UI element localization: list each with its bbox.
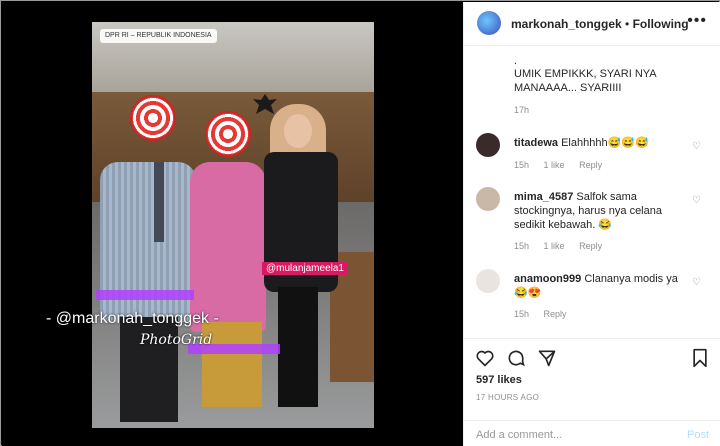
author-username[interactable]: markonah_tonggek <box>511 17 622 31</box>
comment-meta: 15h 1 like Reply <box>514 160 614 170</box>
commenter-username[interactable]: titadewa <box>514 137 558 149</box>
commenter-username[interactable]: anamoon999 <box>514 273 581 285</box>
reply-button[interactable]: Reply <box>579 160 602 170</box>
watermark-photogrid: PhotoGrid <box>140 332 213 348</box>
comment-time[interactable]: 15h <box>514 309 529 319</box>
post-photo[interactable]: DPR RI – REPUBLIK INDONESIA @mulanjameel… <box>92 22 374 428</box>
heart-icon[interactable] <box>475 348 495 368</box>
commenter-avatar[interactable] <box>476 133 500 157</box>
marker-scribble <box>96 290 194 300</box>
comment-line: anamoon999 Clananya modis ya 😂😍 <box>514 272 694 300</box>
comment-meta: 15h 1 like Reply <box>514 241 614 251</box>
comment-line: mima_4587 Salfok sama stockingnya, harus… <box>514 190 694 232</box>
comment-text: Elahhhhh😅😅😅 <box>561 137 649 149</box>
person-3-legs <box>278 287 318 407</box>
caption-timestamp[interactable]: 17h <box>514 105 529 115</box>
lollipop-sticker-icon <box>130 95 176 141</box>
photo-area: DPR RI – REPUBLIK INDONESIA @mulanjameel… <box>2 2 463 446</box>
post-side-panel: markonah_tonggek • Following ••• . UMIK … <box>463 2 720 446</box>
comment-like-heart-icon[interactable]: ♡ <box>692 277 701 288</box>
comment-input[interactable] <box>476 427 666 443</box>
comment-likes[interactable]: 1 like <box>544 241 565 251</box>
post-header: markonah_tonggek • Following ••• <box>464 2 720 46</box>
follow-status-button[interactable]: Following <box>633 17 689 31</box>
comment-time[interactable]: 15h <box>514 241 529 251</box>
post-comment-button[interactable]: Post <box>687 429 709 441</box>
comment-icon[interactable] <box>506 348 526 368</box>
post-caption: UMIK EMPIKKK, SYARI NYA MANAAAA... SYARI… <box>514 68 657 94</box>
comment-time[interactable]: 15h <box>514 160 529 170</box>
commenter-avatar[interactable] <box>476 269 500 293</box>
user-tag-label[interactable]: @mulanjameela1 <box>262 262 348 275</box>
caption-dot: . <box>514 55 518 67</box>
author-avatar[interactable] <box>477 11 501 35</box>
lollipop-sticker-icon <box>205 111 251 157</box>
likes-count[interactable]: 597 likes <box>476 374 522 386</box>
post-time-ago[interactable]: 17 HOURS AGO <box>476 393 539 402</box>
person-1-tie <box>154 162 164 242</box>
reply-button[interactable]: Reply <box>579 241 602 251</box>
watermark-username: - @markonah_tonggek - <box>46 310 219 327</box>
person-3-face <box>284 114 312 148</box>
separator-dot: • <box>625 17 630 31</box>
person-2-kebaya <box>190 162 266 332</box>
reply-button[interactable]: Reply <box>544 309 567 319</box>
action-bar <box>464 338 720 370</box>
comment-line: titadewa Elahhhhh😅😅😅 <box>514 136 694 150</box>
commenter-avatar[interactable] <box>476 187 500 211</box>
comment-like-heart-icon[interactable]: ♡ <box>692 195 701 206</box>
comment-meta: 15h Reply <box>514 309 579 319</box>
location-badge: DPR RI – REPUBLIK INDONESIA <box>100 29 217 43</box>
author-line: markonah_tonggek • Following <box>511 17 689 31</box>
send-icon[interactable] <box>537 348 557 368</box>
bookmark-icon[interactable] <box>691 348 709 368</box>
more-options-icon[interactable]: ••• <box>687 12 707 30</box>
comments-list[interactable]: . UMIK EMPIKKK, SYARI NYA MANAAAA... SYA… <box>464 47 720 338</box>
instagram-post-modal: DPR RI – REPUBLIK INDONESIA @mulanjameel… <box>0 0 720 446</box>
add-comment-bar: Post <box>464 420 720 446</box>
comment-likes[interactable]: 1 like <box>544 160 565 170</box>
comment-like-heart-icon[interactable]: ♡ <box>692 141 701 152</box>
commenter-username[interactable]: mima_4587 <box>514 191 573 203</box>
